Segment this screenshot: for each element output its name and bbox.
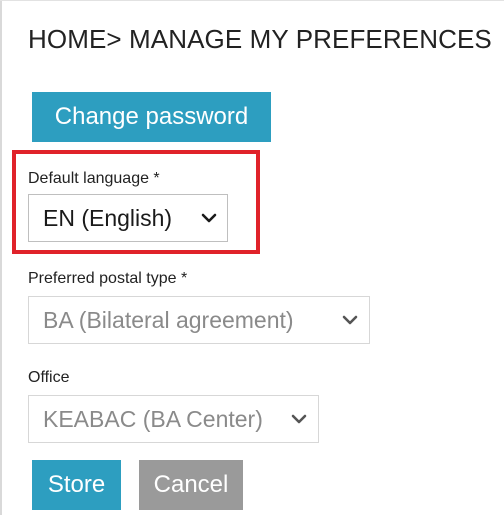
page-left-border (0, 0, 2, 515)
cancel-button[interactable]: Cancel (139, 460, 243, 510)
breadcrumb: HOME> MANAGE MY PREFERENCES (28, 24, 492, 55)
default-language-value: EN (English) (43, 205, 173, 231)
preferred-postal-type-value: BA (Bilateral agreement) (43, 307, 294, 333)
default-language-label: Default language * (28, 170, 160, 187)
breadcrumb-separator: > (106, 24, 122, 54)
store-button[interactable]: Store (32, 460, 121, 510)
default-language-select[interactable]: EN (English) (28, 194, 228, 242)
breadcrumb-current: MANAGE MY PREFERENCES (129, 24, 492, 54)
chevron-down-icon (342, 315, 358, 325)
chevron-down-icon (201, 213, 217, 223)
preferred-postal-type-select[interactable]: BA (Bilateral agreement) (28, 296, 370, 344)
preferred-postal-type-label: Preferred postal type * (28, 270, 188, 287)
office-label: Office (28, 369, 70, 386)
office-value: KEABAC (BA Center) (43, 406, 263, 432)
chevron-down-icon (291, 414, 307, 424)
preferences-page: HOME> MANAGE MY PREFERENCES Change passw… (0, 0, 504, 515)
office-select[interactable]: KEABAC (BA Center) (28, 395, 319, 443)
change-password-button[interactable]: Change password (32, 92, 271, 142)
breadcrumb-home[interactable]: HOME (28, 24, 106, 54)
page-top-border (0, 0, 504, 1)
